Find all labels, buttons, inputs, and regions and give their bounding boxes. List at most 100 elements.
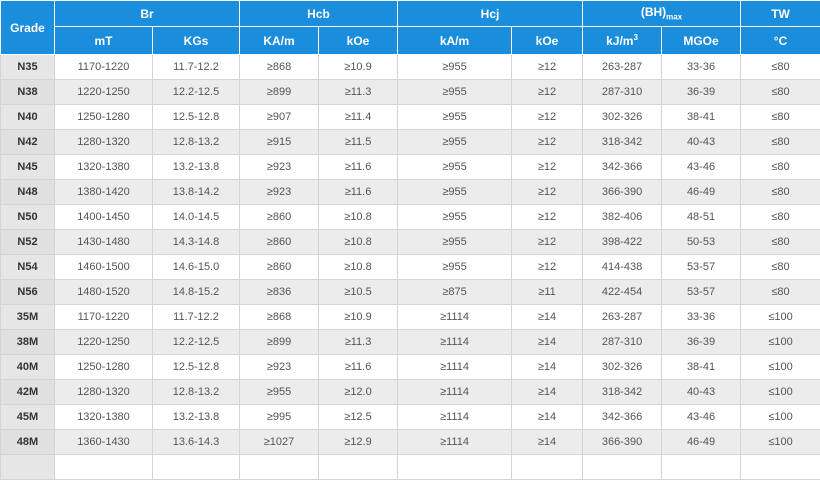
hcb-kam-cell: ≥868 [240, 55, 319, 80]
hcj-kam-cell: ≥955 [398, 80, 512, 105]
bhmax-kjm3-cell: 414-438 [583, 255, 662, 280]
unit-header: KA/m [240, 27, 319, 55]
unit-header: KGs [153, 27, 240, 55]
tw-cell: ≤80 [741, 180, 820, 205]
bhmax-mgoe-cell: 53-57 [662, 280, 741, 305]
hcj-koe-cell: ≥12 [512, 180, 583, 205]
tw-cell: ≤80 [741, 55, 820, 80]
hcj-koe-cell: ≥14 [512, 330, 583, 355]
unit-header: MGOe [662, 27, 741, 55]
br-mt-cell: 1170-1220 [55, 305, 153, 330]
br-kgs-cell: 12.2-12.5 [153, 80, 240, 105]
hcj-kam-cell: ≥1114 [398, 330, 512, 355]
bhmax-kjm3-cell: 342-366 [583, 155, 662, 180]
tw-cell: ≤80 [741, 130, 820, 155]
bhmax-kjm3-cell: 287-310 [583, 80, 662, 105]
grade-cell: N35 [1, 55, 55, 80]
hcb-kam-cell: ≥836 [240, 280, 319, 305]
grade-cell: N38 [1, 80, 55, 105]
table-row: N401250-128012.5-12.8≥907≥11.4≥955≥12302… [1, 105, 820, 130]
hcb-koe-cell: ≥10.8 [319, 205, 398, 230]
hcb-kam-cell: ≥860 [240, 255, 319, 280]
bhmax-kjm3-cell: 398-422 [583, 230, 662, 255]
br-mt-cell: 1380-1420 [55, 180, 153, 205]
table-row: 42M1280-132012.8-13.2≥955≥12.0≥1114≥1431… [1, 380, 820, 405]
hcj-koe-cell: ≥14 [512, 430, 583, 455]
bhmax-kjm3-cell: 318-342 [583, 130, 662, 155]
hcj-kam-cell: ≥955 [398, 255, 512, 280]
hcb-koe-cell: ≥12.0 [319, 380, 398, 405]
bhmax-mgoe-cell: 36-39 [662, 330, 741, 355]
bhmax-kjm3-cell: 287-310 [583, 330, 662, 355]
hcj-kam-cell: ≥1114 [398, 380, 512, 405]
br-mt-cell: 1360-1430 [55, 430, 153, 455]
bhmax-kjm3-cell: 422-454 [583, 280, 662, 305]
table-row: 35M1170-122011.7-12.2≥868≥10.9≥1114≥1426… [1, 305, 820, 330]
table-body: N351170-122011.7-12.2≥868≥10.9≥955≥12263… [1, 55, 820, 480]
bhmax-mgoe-cell: 50-53 [662, 230, 741, 255]
hcj-koe-cell: ≥14 [512, 405, 583, 430]
br-mt-cell: 1430-1480 [55, 230, 153, 255]
hcb-kam-cell: ≥923 [240, 180, 319, 205]
hcb-kam-cell: ≥915 [240, 130, 319, 155]
tw-cell: ≤100 [741, 430, 820, 455]
table-row: N451320-138013.2-13.8≥923≥11.6≥955≥12342… [1, 155, 820, 180]
br-mt-cell: 1220-1250 [55, 80, 153, 105]
hcb-koe-cell: ≥10.9 [319, 55, 398, 80]
tw-cell: ≤80 [741, 155, 820, 180]
bhmax-mgoe-cell: 36-39 [662, 80, 741, 105]
hcj-koe-cell: ≥12 [512, 155, 583, 180]
hcj-kam-cell: ≥955 [398, 205, 512, 230]
br-kgs-cell: 11.7-12.2 [153, 55, 240, 80]
tw-cell: ≤80 [741, 255, 820, 280]
hcj-koe-cell: ≥12 [512, 205, 583, 230]
bhmax-mgoe-cell: 33-36 [662, 55, 741, 80]
grade-cell: 48M [1, 430, 55, 455]
table-row: N561480-152014.8-15.2≥836≥10.5≥875≥11422… [1, 280, 820, 305]
hcb-koe-cell: ≥12.5 [319, 405, 398, 430]
bhmax-kjm3-cell: 302-326 [583, 105, 662, 130]
table-row: N521430-148014.3-14.8≥860≥10.8≥955≥12398… [1, 230, 820, 255]
hcj-koe-cell: ≥14 [512, 380, 583, 405]
grade-cell: N52 [1, 230, 55, 255]
hcj-kam-cell: ≥875 [398, 280, 512, 305]
bhmax-mgoe-cell: 43-46 [662, 155, 741, 180]
table-row: N481380-142013.8-14.2≥923≥11.6≥955≥12366… [1, 180, 820, 205]
hcb-koe-cell: ≥11.6 [319, 355, 398, 380]
tw-cell: ≤80 [741, 280, 820, 305]
grade-cell: N42 [1, 130, 55, 155]
br-kgs-cell: 12.8-13.2 [153, 380, 240, 405]
tw-header: TW [741, 1, 820, 27]
br-mt-cell [55, 455, 153, 480]
hcb-kam-cell: ≥907 [240, 105, 319, 130]
bhmax-mgoe-cell: 38-41 [662, 355, 741, 380]
bhmax-kjm3-cell: 318-342 [583, 380, 662, 405]
grade-cell: N40 [1, 105, 55, 130]
hcb-kam-cell: ≥860 [240, 230, 319, 255]
br-mt-cell: 1250-1280 [55, 355, 153, 380]
tw-cell: ≤100 [741, 355, 820, 380]
hcj-kam-cell: ≥1114 [398, 430, 512, 455]
bhmax-kjm3-cell: 263-287 [583, 305, 662, 330]
grade-cell: 40M [1, 355, 55, 380]
table-row: 45M1320-138013.2-13.8≥995≥12.5≥1114≥1434… [1, 405, 820, 430]
grade-cell: N48 [1, 180, 55, 205]
hcb-koe-cell: ≥10.5 [319, 280, 398, 305]
tw-cell: ≤80 [741, 80, 820, 105]
hcj-koe-cell: ≥12 [512, 255, 583, 280]
br-header: Br [55, 1, 240, 27]
grade-header: Grade [1, 1, 55, 55]
unit-header: °C [741, 27, 820, 55]
bhmax-mgoe-cell [662, 455, 741, 480]
br-mt-cell: 1320-1380 [55, 155, 153, 180]
bhmax-kjm3-cell: 302-326 [583, 355, 662, 380]
hcb-koe-cell: ≥10.8 [319, 230, 398, 255]
hcj-kam-cell: ≥955 [398, 130, 512, 155]
hcb-kam-cell: ≥923 [240, 355, 319, 380]
hcj-koe-cell: ≥14 [512, 355, 583, 380]
br-mt-cell: 1460-1500 [55, 255, 153, 280]
hcb-kam-cell: ≥995 [240, 405, 319, 430]
hcj-koe-cell: ≥12 [512, 230, 583, 255]
grade-cell [1, 455, 55, 480]
hcb-koe-cell: ≥10.8 [319, 255, 398, 280]
